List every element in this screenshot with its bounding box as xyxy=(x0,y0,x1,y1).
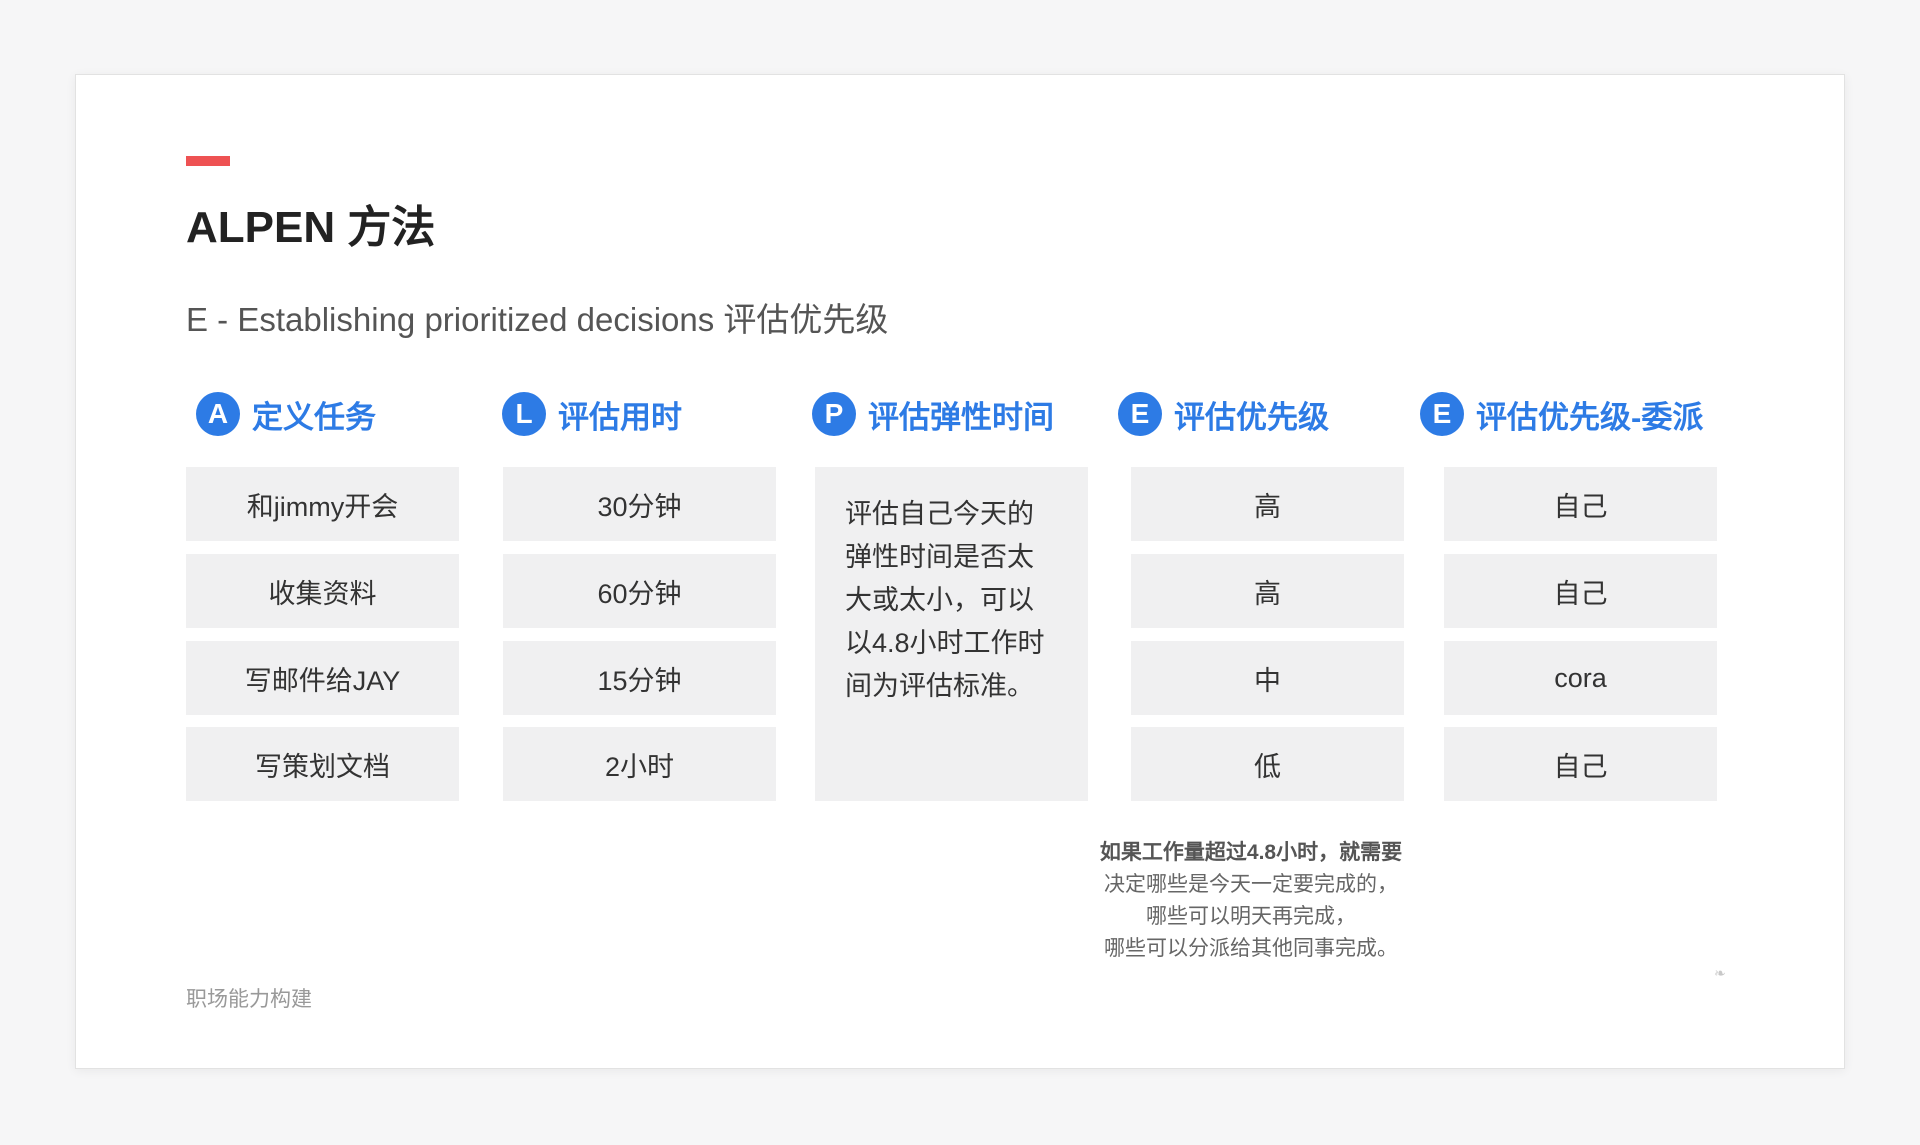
priority-cell: 中 xyxy=(1131,641,1404,715)
column-header-priority: E 评估优先级 xyxy=(1118,389,1329,439)
badge-a-icon: A xyxy=(196,392,240,436)
task-cell: 和jimmy开会 xyxy=(186,467,459,541)
column-label: 评估弹性时间 xyxy=(868,399,1054,435)
buffer-text-line: 大或太小，可以 xyxy=(845,585,1034,615)
time-cell: 2小时 xyxy=(503,727,776,801)
buffer-text-line: 弹性时间是否太 xyxy=(845,542,1034,572)
column-header-priority-delegate: E 评估优先级-委派 xyxy=(1420,389,1703,439)
delegate-cell: 自己 xyxy=(1444,554,1717,628)
time-cell: 60分钟 xyxy=(503,554,776,628)
slide: ALPEN 方法 E - Establishing prioritized de… xyxy=(75,74,1845,1069)
buffer-text-line: 间为评估标准。 xyxy=(845,671,1034,701)
priority-cell: 高 xyxy=(1131,554,1404,628)
workload-note: 如果工作量超过4.8小时，就需要 决定哪些是今天一定要完成的， 哪些可以明天再完… xyxy=(1056,837,1446,965)
time-cell: 15分钟 xyxy=(503,641,776,715)
time-cell: 30分钟 xyxy=(503,467,776,541)
delegate-cell: 自己 xyxy=(1444,727,1717,801)
column-header-estimate-time: L 评估用时 xyxy=(502,389,682,439)
buffer-time-cell: 评估自己今天的 弹性时间是否太 大或太小，可以 以4.8小时工作时 间为评估标准… xyxy=(815,467,1088,801)
task-cell: 写策划文档 xyxy=(186,727,459,801)
buffer-text-line: 以4.8小时工作时 xyxy=(845,628,1045,658)
column-label: 评估用时 xyxy=(558,399,682,435)
column-header-buffer-time: P 评估弹性时间 xyxy=(812,389,1054,439)
slide-subtitle: E - Establishing prioritized decisions 评… xyxy=(186,301,889,338)
note-line: 如果工作量超过4.8小时，就需要 xyxy=(1099,841,1403,864)
badge-e-icon: E xyxy=(1118,392,1162,436)
slide-footer: 职场能力构建 xyxy=(186,988,312,1011)
column-label: 定义任务 xyxy=(252,399,376,435)
delegate-cell: cora xyxy=(1444,641,1717,715)
note-line: 决定哪些是今天一定要完成的， xyxy=(1104,873,1398,896)
slide-title: ALPEN 方法 xyxy=(186,203,436,252)
badge-p-icon: P xyxy=(812,392,856,436)
task-cell: 收集资料 xyxy=(186,554,459,628)
buffer-text-line: 评估自己今天的 xyxy=(845,499,1034,529)
badge-e-icon: E xyxy=(1420,392,1464,436)
column-label: 评估优先级 xyxy=(1174,399,1329,435)
task-cell: 写邮件给JAY xyxy=(186,641,459,715)
note-line: 哪些可以明天再完成， xyxy=(1146,905,1356,928)
priority-cell: 低 xyxy=(1131,727,1404,801)
column-label: 评估优先级-委派 xyxy=(1476,399,1704,435)
accent-bar xyxy=(186,156,230,166)
column-header-define-tasks: A 定义任务 xyxy=(196,389,376,439)
corner-mark-icon: ❧ xyxy=(1714,965,1726,981)
delegate-cell: 自己 xyxy=(1444,467,1717,541)
priority-cell: 高 xyxy=(1131,467,1404,541)
badge-l-icon: L xyxy=(502,392,546,436)
note-line: 哪些可以分派给其他同事完成。 xyxy=(1104,937,1398,960)
